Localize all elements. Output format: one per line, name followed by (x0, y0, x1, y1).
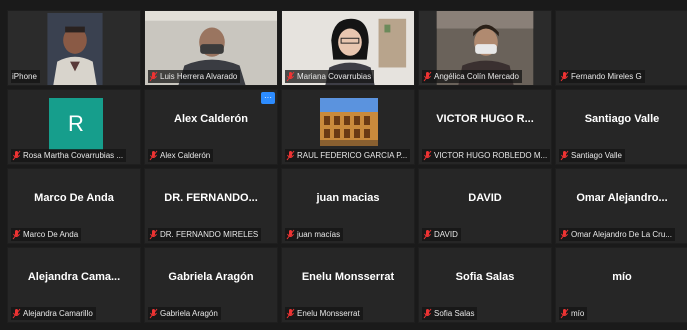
participant-name-label: Gabriela Aragón (148, 307, 221, 320)
participant-tile[interactable]: juan macias juan macías (281, 168, 415, 244)
participant-tile[interactable]: mío mío (555, 247, 687, 323)
participant-name-label: Fernando Mireles G (559, 70, 645, 83)
participant-display-name: juan macias (316, 192, 380, 204)
participant-tile[interactable]: Luis Herrera Alvarado (144, 10, 278, 86)
participant-tile[interactable]: Alejandra Cama... Alejandra Camarillo (7, 247, 141, 323)
participant-tile[interactable]: Mariana Covarrubias (281, 10, 415, 86)
muted-mic-icon (560, 229, 569, 240)
muted-mic-icon (423, 150, 432, 161)
participant-name-label: Marco De Anda (11, 228, 82, 241)
participant-tile[interactable]: Sofia Salas Sofia Salas (418, 247, 552, 323)
muted-mic-icon (560, 308, 569, 319)
participant-name-label: Sofia Salas (422, 307, 478, 320)
participant-tile[interactable]: VICTOR HUGO R... VICTOR HUGO ROBLEDO M..… (418, 89, 552, 165)
muted-mic-icon (149, 308, 158, 319)
participant-tile[interactable]: DR. FERNANDO... DR. FERNANDO MIRELES (144, 168, 278, 244)
participant-display-name: Sofia Salas (455, 271, 515, 283)
participant-name-label: Santiago Valle (559, 149, 625, 162)
participant-tile[interactable]: Marco De Anda Marco De Anda (7, 168, 141, 244)
participant-display-name: Alex Calderón (174, 113, 248, 125)
participant-display-name: Santiago Valle (584, 113, 660, 125)
participant-name-label: Luis Herrera Alvarado (148, 70, 241, 83)
video-gallery: iPhone Luis Herrera Alvarado Mariana Cov… (7, 10, 687, 330)
participant-display-name: Gabriela Aragón (168, 271, 254, 283)
participant-tile[interactable]: Omar Alejandro... Omar Alejandro De La C… (555, 168, 687, 244)
participant-tile[interactable]: Fernando Mireles G (555, 10, 687, 86)
participant-name-label: DR. FERNANDO MIRELES (148, 228, 262, 241)
participant-tile[interactable]: DAVID DAVID (418, 168, 552, 244)
muted-mic-icon (423, 308, 432, 319)
participant-tile[interactable]: Gabriela Aragón Gabriela Aragón (144, 247, 278, 323)
participant-display-name: Alejandra Cama... (27, 271, 121, 283)
participant-name-label: Enelu Monsserrat (285, 307, 363, 320)
muted-mic-icon (12, 308, 21, 319)
muted-mic-icon (286, 71, 295, 82)
participant-name-label: DAVID (422, 228, 461, 241)
muted-mic-icon (12, 150, 21, 161)
participant-tile[interactable]: Enelu Monsserrat Enelu Monsserrat (281, 247, 415, 323)
participant-name-label: Omar Alejandro De La Cru... (559, 228, 675, 241)
participant-display-name: Marco De Anda (34, 192, 114, 204)
participant-tile[interactable]: Santiago Valle Santiago Valle (555, 89, 687, 165)
participant-display-name: Omar Alejandro... (576, 192, 668, 204)
participant-name-label: Mariana Covarrubias (285, 70, 375, 83)
participant-name-label: VICTOR HUGO ROBLEDO M... (422, 149, 551, 162)
participant-tile[interactable]: ··· Alex Calderón Alex Calderón (144, 89, 278, 165)
muted-mic-icon (286, 308, 295, 319)
participant-display-name: mío (612, 271, 632, 283)
participant-display-name: DAVID (468, 192, 502, 204)
muted-mic-icon (149, 229, 158, 240)
participant-display-name: Enelu Monsserrat (301, 271, 395, 283)
participant-name-label: RAUL FEDERICO GARCIA P... (285, 149, 411, 162)
participant-name-label: Alex Calderón (148, 149, 214, 162)
muted-mic-icon (560, 71, 569, 82)
muted-mic-icon (286, 229, 295, 240)
participant-tile[interactable]: R Rosa Martha Covarrubias ... (7, 89, 141, 165)
participant-display-name (556, 11, 687, 69)
muted-mic-icon (149, 71, 158, 82)
participant-tile[interactable]: RAUL FEDERICO GARCIA P... (281, 89, 415, 165)
participant-tile[interactable]: iPhone (7, 10, 141, 86)
participant-name-label: mío (559, 307, 588, 320)
muted-mic-icon (423, 71, 432, 82)
muted-mic-icon (423, 229, 432, 240)
participant-tile[interactable]: Angélica Colín Mercado (418, 10, 552, 86)
participant-display-name: DR. FERNANDO... (164, 192, 258, 204)
participant-name-label: juan macías (285, 228, 344, 241)
colosseum-picture (320, 98, 378, 146)
muted-mic-icon (149, 150, 158, 161)
participant-display-name: VICTOR HUGO R... (436, 113, 534, 125)
participant-name-label: Rosa Martha Covarrubias ... (11, 149, 127, 162)
avatar: R (49, 98, 103, 150)
participant-name-label: Alejandra Camarillo (11, 307, 96, 320)
muted-mic-icon (560, 150, 569, 161)
participant-name-label: iPhone (11, 70, 40, 83)
participant-name-label: Angélica Colín Mercado (422, 70, 522, 83)
muted-mic-icon (12, 229, 21, 240)
muted-mic-icon (286, 150, 295, 161)
